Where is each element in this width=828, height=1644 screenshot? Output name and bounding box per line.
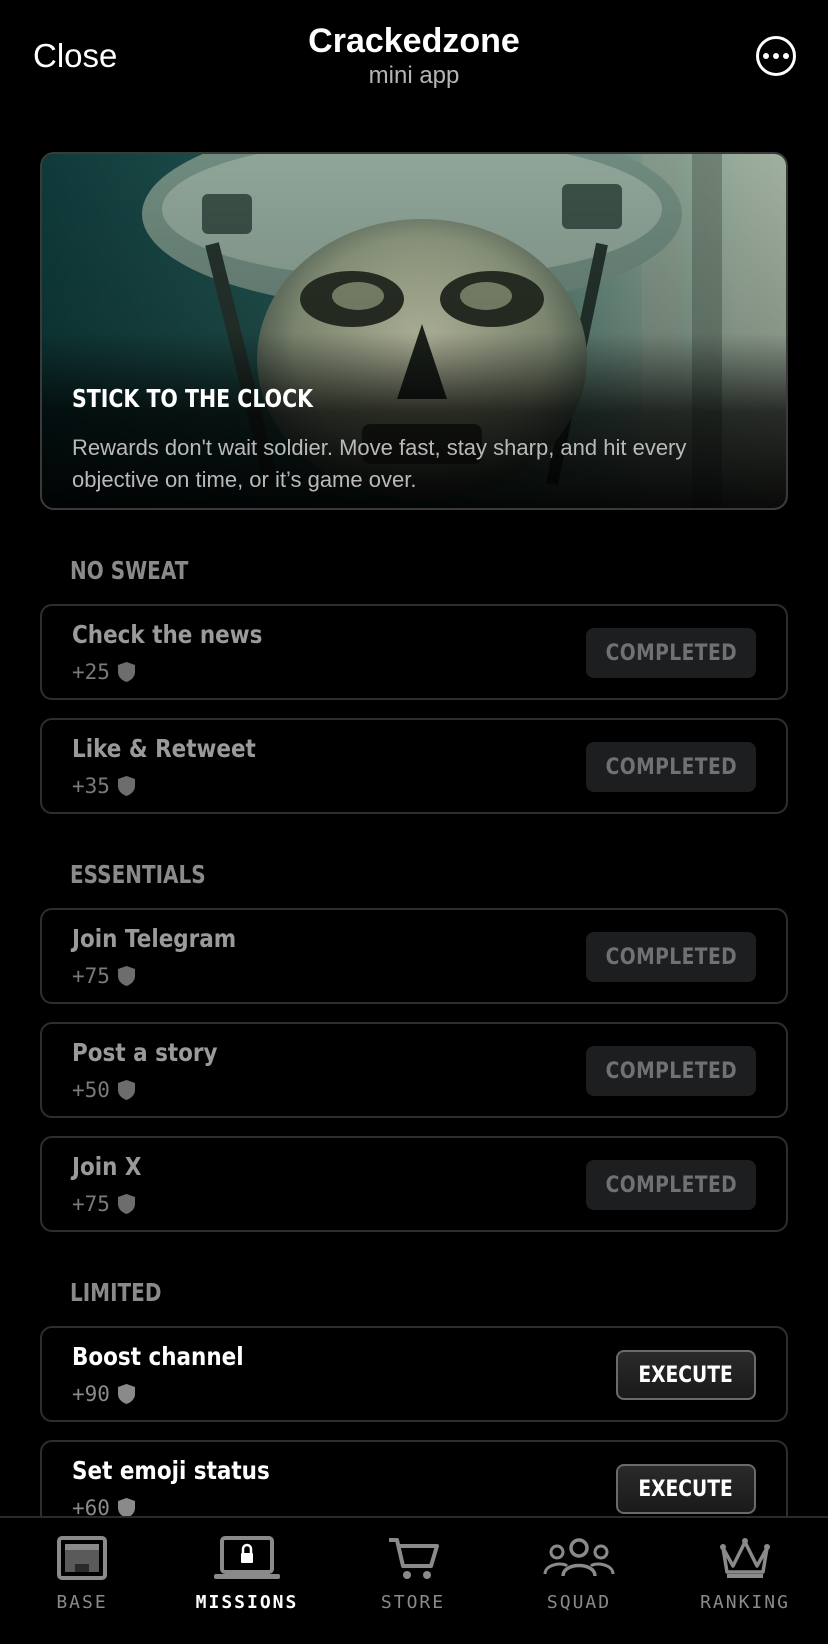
nav-item-store[interactable]: STORE — [343, 1536, 483, 1613]
completed-button: COMPLETED — [586, 1046, 756, 1096]
task-name: Check the news — [72, 620, 263, 649]
execute-button[interactable]: EXECUTE — [616, 1464, 756, 1514]
nav-item-squad[interactable]: SQUAD — [509, 1536, 649, 1613]
shield-icon — [117, 1194, 135, 1214]
section-title: NO SWEAT — [70, 556, 189, 585]
reward-value: +75 — [72, 1192, 110, 1216]
base-icon — [57, 1536, 107, 1580]
cart-icon — [389, 1538, 439, 1579]
task-card: Join X +75 COMPLETED — [40, 1136, 788, 1232]
app-title: Crackedzone — [308, 22, 520, 60]
shield-icon — [117, 966, 135, 986]
crown-icon — [720, 1538, 770, 1578]
task-reward: +75 — [72, 1192, 135, 1216]
shield-icon — [117, 1080, 135, 1100]
shield-icon — [117, 776, 135, 796]
shield-icon — [117, 1498, 135, 1518]
top-bar: Close Crackedzone mini app — [0, 0, 828, 110]
hero-banner: STICK TO THE CLOCK Rewards don't wait so… — [40, 152, 788, 510]
reward-value: +90 — [72, 1382, 110, 1406]
execute-button[interactable]: EXECUTE — [616, 1350, 756, 1400]
completed-button: COMPLETED — [586, 628, 756, 678]
nav-item-base[interactable]: BASE — [12, 1536, 152, 1613]
title-block: Crackedzone mini app — [0, 20, 828, 90]
group-icon — [543, 1538, 615, 1577]
section-title: LIMITED — [70, 1278, 162, 1307]
reward-value: +50 — [72, 1078, 110, 1102]
task-name: Join Telegram — [72, 924, 237, 953]
laptop-lock-icon — [214, 1536, 280, 1579]
nav-label: MISSIONS — [195, 1592, 299, 1613]
task-name: Like & Retweet — [72, 734, 256, 763]
task-card: Boost channel +90 EXECUTE — [40, 1326, 788, 1422]
task-reward: +90 — [72, 1382, 135, 1406]
task-card: Join Telegram +75 COMPLETED — [40, 908, 788, 1004]
missions-page: Close Crackedzone mini app STICK TO THE … — [0, 0, 828, 1644]
task-name: Join X — [72, 1152, 142, 1181]
reward-value: +25 — [72, 660, 110, 684]
app-subtitle: mini app — [368, 62, 460, 89]
section-title: ESSENTIALS — [70, 860, 206, 889]
nav-item-missions[interactable]: MISSIONS — [177, 1536, 317, 1613]
nav-label: SQUAD — [546, 1592, 612, 1613]
hero-title: STICK TO THE CLOCK — [72, 384, 314, 413]
reward-value: +35 — [72, 774, 110, 798]
more-options-icon[interactable] — [756, 36, 796, 76]
nav-label: RANKING — [700, 1592, 790, 1613]
task-card: Post a story +50 COMPLETED — [40, 1022, 788, 1118]
task-reward: +35 — [72, 774, 135, 798]
hero-description: Rewards don't wait soldier. Move fast, s… — [72, 435, 687, 492]
shield-icon — [117, 1384, 135, 1404]
shield-icon — [117, 662, 135, 682]
task-name: Set emoji status — [72, 1456, 270, 1485]
reward-value: +75 — [72, 964, 110, 988]
bottom-navigation: BASE MISSIONS STORE SQUAD RANKING — [0, 1516, 828, 1644]
completed-button: COMPLETED — [586, 1160, 756, 1210]
task-name: Boost channel — [72, 1342, 244, 1371]
task-card: Check the news +25 COMPLETED — [40, 604, 788, 700]
nav-label: STORE — [380, 1592, 446, 1613]
nav-item-ranking[interactable]: RANKING — [675, 1536, 815, 1613]
nav-label: BASE — [56, 1592, 108, 1613]
task-reward: +50 — [72, 1078, 135, 1102]
completed-button: COMPLETED — [586, 932, 756, 982]
task-reward: +75 — [72, 964, 135, 988]
task-name: Post a story — [72, 1038, 218, 1067]
task-reward: +25 — [72, 660, 135, 684]
task-card: Like & Retweet +35 COMPLETED — [40, 718, 788, 814]
completed-button: COMPLETED — [586, 742, 756, 792]
